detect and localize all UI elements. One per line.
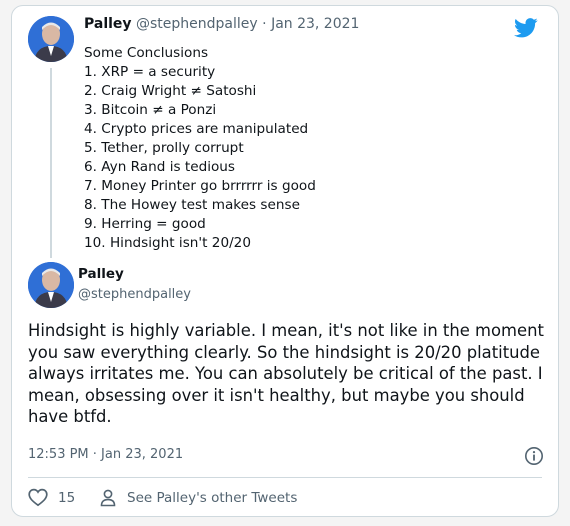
tweet-line: 6. Ayn Rand is tedious xyxy=(84,159,235,175)
author-name[interactable]: Palley xyxy=(78,266,124,282)
person-icon[interactable] xyxy=(98,488,118,512)
tweet-line: 3. Bitcoin ≠ a Ponzi xyxy=(84,102,217,118)
tweet-timestamp[interactable]: 12:53 PM · Jan 23, 2021 xyxy=(28,447,183,462)
see-other-tweets-link[interactable]: See Palley's other Tweets xyxy=(127,490,297,506)
tweet-line: 7. Money Printer go brrrrrr is good xyxy=(84,178,316,194)
tweet-line: 5. Tether, prolly corrupt xyxy=(84,140,244,156)
avatar[interactable] xyxy=(28,262,74,308)
tweet-line: 9. Herring = good xyxy=(84,216,206,232)
info-icon[interactable] xyxy=(524,446,544,470)
tweet-date[interactable]: Jan 23, 2021 xyxy=(271,16,359,32)
twitter-bird-icon[interactable] xyxy=(514,18,538,42)
parent-tweet-header: Palley @stephendpalley · Jan 23, 2021 xyxy=(84,16,359,32)
divider xyxy=(28,477,542,478)
tweet-line: 10. Hindsight isn't 20/20 xyxy=(84,235,251,251)
tweet-card: Palley @stephendpalley · Jan 23, 2021 So… xyxy=(11,5,559,517)
heart-icon[interactable] xyxy=(28,488,48,511)
author-handle[interactable]: @stephendpalley xyxy=(136,16,258,32)
parent-tweet-text: Some Conclusions 1. XRP = a security 2. … xyxy=(84,44,316,253)
tweet-line: 8. The Howey test makes sense xyxy=(84,197,300,213)
avatar[interactable] xyxy=(28,16,74,62)
tweet-line: 2. Craig Wright ≠ Satoshi xyxy=(84,83,257,99)
tweet-line: 1. XRP = a security xyxy=(84,64,216,80)
meta-separator: · xyxy=(262,16,267,32)
author-handle[interactable]: @stephendpalley xyxy=(78,287,191,302)
like-count: 15 xyxy=(58,490,76,506)
tweet-text: Hindsight is highly variable. I mean, it… xyxy=(28,321,544,427)
tweet-line: 4. Crypto prices are manipulated xyxy=(84,121,309,137)
author-name[interactable]: Palley xyxy=(84,16,132,32)
tweet-line: Some Conclusions xyxy=(84,45,209,61)
thread-connector-line xyxy=(50,68,52,258)
